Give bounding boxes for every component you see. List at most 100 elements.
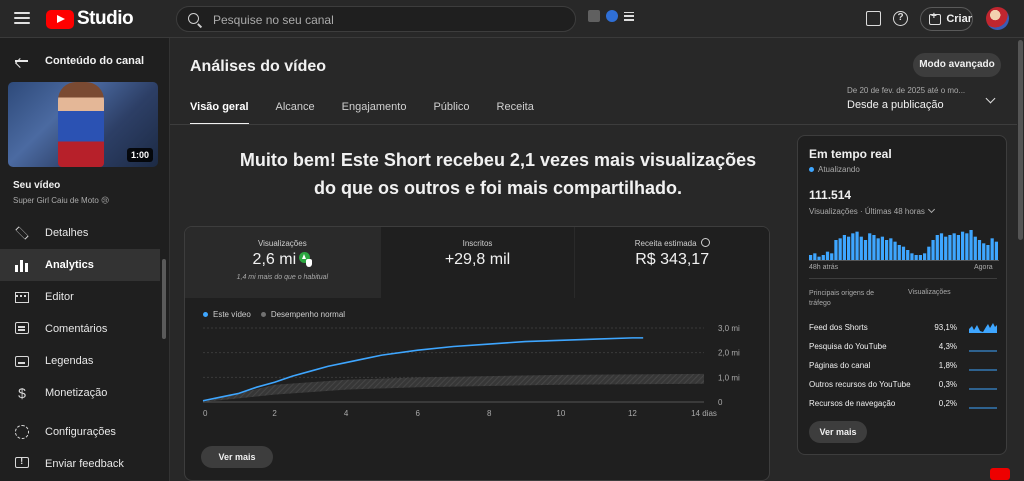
headline-line-1: Muito bem! Este Short recebeu 2,1 vezes … (239, 150, 757, 170)
realtime-see-more-button[interactable]: Ver mais (809, 421, 867, 443)
help-icon[interactable]: ? (893, 11, 908, 26)
realtime-bar (830, 253, 834, 260)
subtitles-icon (15, 356, 29, 367)
realtime-bar (842, 235, 846, 260)
x-tick-label: 2 (272, 409, 277, 418)
metric-revenue[interactable]: Receita estimada R$ 343,17 (574, 227, 769, 298)
tab-overview[interactable]: Visão geral (190, 100, 249, 125)
see-more-button[interactable]: Ver mais (201, 446, 273, 468)
page-scrollbar[interactable] (1018, 40, 1023, 240)
video-thumbnail[interactable]: 1:00 (8, 82, 158, 167)
realtime-bar (910, 253, 914, 260)
metric-subscribers[interactable]: Inscritos +29,8 mil (379, 227, 575, 298)
realtime-count: 111.514 (809, 188, 852, 202)
sidebar-item-details[interactable]: Detalhes (0, 217, 160, 249)
x-tick-label: 0 (203, 409, 208, 418)
realtime-bar (859, 236, 863, 260)
views-line-chart[interactable]: 0 1,0 mi 2,0 mi 3,0 mi 0 2 4 6 8 10 12 14 dias (185, 322, 770, 442)
realtime-axis-start: 48h atrás (809, 264, 839, 271)
messages-icon[interactable] (866, 11, 881, 26)
realtime-bar (935, 235, 939, 260)
chevron-down-icon[interactable] (985, 93, 996, 104)
traffic-source-name: Páginas do canal (809, 361, 871, 370)
realtime-bar (948, 235, 952, 260)
x-tick-label: 12 (628, 409, 637, 418)
x-tick-label: 10 (556, 409, 565, 418)
extension-strip (588, 7, 642, 25)
extension-icon[interactable] (588, 10, 600, 22)
sidebar-item-label: Monetização (45, 387, 108, 399)
sidebar-item-monetization[interactable]: $ Monetização (0, 377, 160, 409)
back-arrow-icon[interactable] (14, 55, 28, 67)
tab-reach[interactable]: Alcance (276, 100, 315, 125)
realtime-bar (939, 233, 944, 260)
realtime-bar (931, 240, 935, 260)
list-icon[interactable] (624, 11, 634, 21)
realtime-bar (956, 235, 960, 260)
legend-typical: Desempenho normal (260, 310, 345, 319)
extension-icon[interactable] (606, 10, 618, 22)
legend-dot (203, 312, 208, 318)
traffic-source-percent: 4,3% (938, 342, 957, 351)
advanced-mode-button[interactable]: Modo avançado (913, 53, 1001, 77)
dollar-icon: $ (18, 385, 26, 401)
menu-icon[interactable] (14, 12, 30, 24)
sidebar-item-editor[interactable]: Editor (0, 281, 160, 313)
search-icon[interactable] (188, 13, 199, 24)
legend-dot (260, 312, 266, 318)
realtime-bar (851, 233, 855, 260)
date-range-selector[interactable]: Desde a publicação (847, 99, 944, 111)
metric-note: 1,4 mi mais do que o habitual (236, 274, 329, 281)
traffic-sparkline (969, 388, 997, 390)
metric-label: Visualizações (257, 239, 307, 248)
tab-engagement[interactable]: Engajamento (342, 100, 407, 125)
x-tick-label: 8 (487, 409, 492, 418)
realtime-bar (982, 243, 986, 260)
sidebar-item-settings[interactable]: Configurações (0, 416, 160, 448)
traffic-source-row: Outros recursos do YouTube 0,3% (809, 378, 999, 392)
date-range-detail[interactable]: De 20 de fev. de 2025 até o mo... (847, 86, 965, 95)
realtime-bar (813, 253, 817, 260)
traffic-source-row: Pesquisa do YouTube 4,3% (809, 340, 999, 354)
search-bar[interactable] (176, 6, 576, 32)
sidebar-item-analytics[interactable]: Analytics (0, 249, 160, 281)
create-button[interactable]: Criar (920, 7, 973, 31)
realtime-period-label: Visualizações · Últimas 48 horas (809, 207, 925, 216)
sidebar-scrollbar[interactable] (162, 259, 166, 339)
sidebar-item-label: Legendas (45, 355, 94, 367)
realtime-bar (977, 240, 982, 260)
insight-headline: Muito bem! Este Short recebeu 2,1 vezes … (200, 146, 796, 202)
video-duration: 1:00 (126, 148, 153, 162)
gear-icon (15, 425, 29, 439)
logo-text: Studio (77, 8, 134, 29)
realtime-bar (990, 238, 994, 260)
back-to-content-label[interactable]: Conteúdo do canal (45, 55, 144, 67)
realtime-bar (918, 255, 922, 260)
headline-line-2: do que os outros e foi mais compartilhad… (313, 178, 683, 198)
realtime-card: Em tempo real Atualizando 111.514 Visual… (797, 135, 1007, 455)
sidebar-item-feedback[interactable]: Enviar feedback (0, 448, 160, 480)
realtime-period-selector[interactable]: Visualizações · Últimas 48 horas (809, 205, 935, 216)
traffic-source-percent: 0,3% (938, 380, 957, 389)
realtime-bar-chart[interactable] (809, 228, 999, 262)
search-input[interactable] (213, 11, 553, 28)
sidebar-item-label: Editor (45, 291, 74, 303)
traffic-source-row: Páginas do canal 1,8% (809, 359, 999, 373)
metric-value: +29,8 mil (444, 251, 511, 268)
metric-value: R$ 343,17 (635, 251, 710, 269)
sidebar-item-comments[interactable]: Comentários (0, 313, 160, 345)
clock-icon (700, 238, 710, 248)
tab-revenue[interactable]: Receita (497, 100, 534, 125)
realtime-bar (817, 256, 821, 260)
realtime-status: Atualizando (809, 165, 860, 174)
realtime-bar (944, 236, 948, 260)
realtime-bar (973, 236, 977, 260)
realtime-bar (847, 236, 851, 260)
live-dot-icon (809, 167, 814, 173)
sidebar-item-subtitles[interactable]: Legendas (0, 345, 160, 377)
avatar[interactable] (986, 7, 1009, 30)
realtime-bar (863, 240, 868, 260)
metric-views[interactable]: Visualizações 2,6 mi 1,4 mi mais do que … (185, 227, 380, 298)
tab-audience[interactable]: Público (433, 100, 469, 125)
studio-logo[interactable]: Studio (46, 8, 134, 29)
